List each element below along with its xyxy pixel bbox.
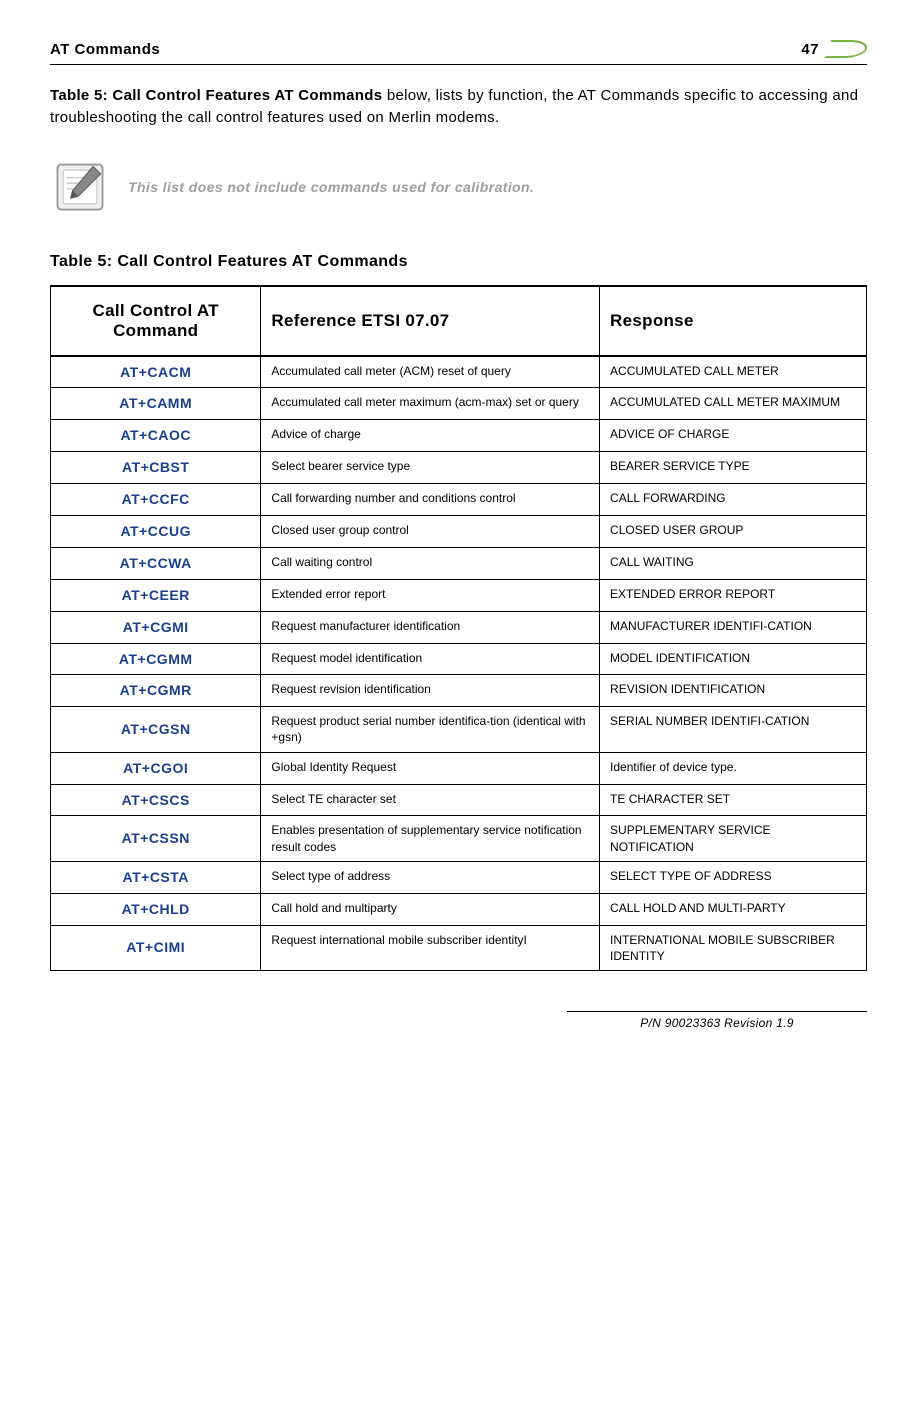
- page-footer: P/N 90023363 Revision 1.9: [50, 1011, 867, 1030]
- cmd-cell: AT+CACM: [51, 356, 261, 388]
- table-row: AT+CGMMRequest model identificationMODEL…: [51, 643, 867, 675]
- cmd-cell: AT+CGSN: [51, 707, 261, 752]
- resp-cell: CLOSED USER GROUP: [600, 515, 867, 547]
- col-header-command: Call Control AT Command: [51, 286, 261, 356]
- table-row: AT+CCUGClosed user group controlCLOSED U…: [51, 515, 867, 547]
- ref-cell: Request revision identification: [261, 675, 600, 707]
- cmd-cell: AT+CCUG: [51, 515, 261, 547]
- cmd-cell: AT+CHLD: [51, 893, 261, 925]
- table-title: Table 5: Call Control Features AT Comman…: [50, 253, 867, 271]
- intro-paragraph: Table 5: Call Control Features AT Comman…: [50, 85, 867, 129]
- cmd-cell: AT+CIMI: [51, 925, 261, 970]
- table-row: AT+CGOIGlobal Identity RequestIdentifier…: [51, 752, 867, 784]
- ref-cell: Global Identity Request: [261, 752, 600, 784]
- cmd-cell: AT+CGMR: [51, 675, 261, 707]
- table-row: AT+CAMMAccumulated call meter maximum (a…: [51, 388, 867, 420]
- col-header-reference: Reference ETSI 07.07: [261, 286, 600, 356]
- ref-cell: Select bearer service type: [261, 452, 600, 484]
- cmd-cell: AT+CSSN: [51, 816, 261, 861]
- resp-cell: ACCUMULATED CALL METER: [600, 356, 867, 388]
- cmd-cell: AT+CCFC: [51, 484, 261, 516]
- table-row: AT+CGMRRequest revision identificationRE…: [51, 675, 867, 707]
- table-row: AT+CCWACall waiting controlCALL WAITING: [51, 547, 867, 579]
- ref-cell: Select type of address: [261, 861, 600, 893]
- resp-cell: MANUFACTURER IDENTIFI-CATION: [600, 611, 867, 643]
- header-right: 47: [801, 40, 867, 58]
- ref-cell: Closed user group control: [261, 515, 600, 547]
- table-row: AT+CHLDCall hold and multipartyCALL HOLD…: [51, 893, 867, 925]
- table-row: AT+CACMAccumulated call meter (ACM) rese…: [51, 356, 867, 388]
- resp-cell: ACCUMULATED CALL METER MAXIMUM: [600, 388, 867, 420]
- table-row: AT+CAOCAdvice of chargeADVICE OF CHARGE: [51, 420, 867, 452]
- ref-cell: Request international mobile subscriber …: [261, 925, 600, 970]
- col-header-response: Response: [600, 286, 867, 356]
- table-row: AT+CEERExtended error reportEXTENDED ERR…: [51, 579, 867, 611]
- resp-cell: EXTENDED ERROR REPORT: [600, 579, 867, 611]
- cmd-cell: AT+CGMI: [51, 611, 261, 643]
- at-commands-table: Call Control AT Command Reference ETSI 0…: [50, 285, 867, 971]
- intro-bold: Table 5: Call Control Features AT Comman…: [50, 87, 382, 104]
- page-number: 47: [801, 41, 819, 58]
- resp-cell: SELECT TYPE OF ADDRESS: [600, 861, 867, 893]
- ref-cell: Accumulated call meter (ACM) reset of qu…: [261, 356, 600, 388]
- resp-cell: SUPPLEMENTARY SERVICE NOTIFICATION: [600, 816, 867, 861]
- footer-text: P/N 90023363 Revision 1.9: [567, 1011, 867, 1030]
- cmd-cell: AT+CAMM: [51, 388, 261, 420]
- table-row: AT+CBSTSelect bearer service typeBEARER …: [51, 452, 867, 484]
- ref-cell: Call waiting control: [261, 547, 600, 579]
- ref-cell: Call forwarding number and conditions co…: [261, 484, 600, 516]
- resp-cell: CALL WAITING: [600, 547, 867, 579]
- ref-cell: Accumulated call meter maximum (acm-max)…: [261, 388, 600, 420]
- cmd-cell: AT+CGMM: [51, 643, 261, 675]
- cmd-cell: AT+CEER: [51, 579, 261, 611]
- resp-cell: Identifier of device type.: [600, 752, 867, 784]
- note-block: This list does not include commands used…: [50, 157, 867, 217]
- resp-cell: ADVICE OF CHARGE: [600, 420, 867, 452]
- logo-swoosh-icon: [824, 40, 871, 58]
- resp-cell: SERIAL NUMBER IDENTIFI-CATION: [600, 707, 867, 752]
- table-row: AT+CGMIRequest manufacturer identificati…: [51, 611, 867, 643]
- ref-cell: Request model identification: [261, 643, 600, 675]
- cmd-cell: AT+CBST: [51, 452, 261, 484]
- table-row: AT+CIMIRequest international mobile subs…: [51, 925, 867, 970]
- cmd-cell: AT+CSCS: [51, 784, 261, 816]
- ref-cell: Call hold and multiparty: [261, 893, 600, 925]
- table-row: AT+CCFCCall forwarding number and condit…: [51, 484, 867, 516]
- resp-cell: TE CHARACTER SET: [600, 784, 867, 816]
- resp-cell: MODEL IDENTIFICATION: [600, 643, 867, 675]
- ref-cell: Select TE character set: [261, 784, 600, 816]
- ref-cell: Extended error report: [261, 579, 600, 611]
- table-row: AT+CGSNRequest product serial number ide…: [51, 707, 867, 752]
- table-row: AT+CSCSSelect TE character setTE CHARACT…: [51, 784, 867, 816]
- notepad-pencil-icon: [50, 157, 110, 217]
- ref-cell: Enables presentation of supplementary se…: [261, 816, 600, 861]
- note-text: This list does not include commands used…: [128, 179, 534, 195]
- resp-cell: INTERNATIONAL MOBILE SUBSCRIBER IDENTITY: [600, 925, 867, 970]
- ref-cell: Request product serial number identifica…: [261, 707, 600, 752]
- table-row: AT+CSTASelect type of addressSELECT TYPE…: [51, 861, 867, 893]
- resp-cell: CALL HOLD AND MULTI-PARTY: [600, 893, 867, 925]
- cmd-cell: AT+CSTA: [51, 861, 261, 893]
- resp-cell: REVISION IDENTIFICATION: [600, 675, 867, 707]
- resp-cell: CALL FORWARDING: [600, 484, 867, 516]
- header-title: AT Commands: [50, 41, 160, 58]
- table-row: AT+CSSNEnables presentation of supplemen…: [51, 816, 867, 861]
- table-header-row: Call Control AT Command Reference ETSI 0…: [51, 286, 867, 356]
- page-header: AT Commands 47: [50, 40, 867, 65]
- ref-cell: Request manufacturer identification: [261, 611, 600, 643]
- cmd-cell: AT+CGOI: [51, 752, 261, 784]
- resp-cell: BEARER SERVICE TYPE: [600, 452, 867, 484]
- ref-cell: Advice of charge: [261, 420, 600, 452]
- cmd-cell: AT+CCWA: [51, 547, 261, 579]
- cmd-cell: AT+CAOC: [51, 420, 261, 452]
